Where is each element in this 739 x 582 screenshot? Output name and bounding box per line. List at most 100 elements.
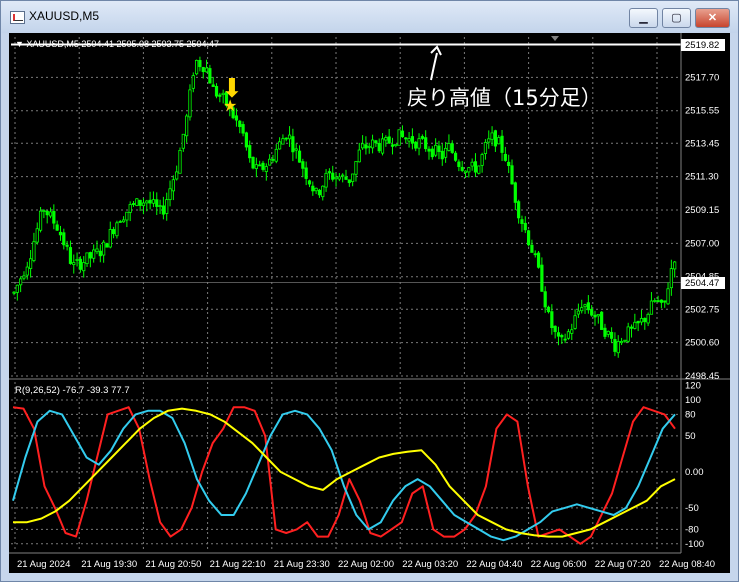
terminal-window: XAUUSD,M5 ▁ ▢ ✕ 21 Aug 2024 21 Aug 19:30 2… bbox=[0, 0, 739, 582]
annotation-label: 戻り高値（15分足） bbox=[407, 86, 602, 110]
x-tick-label: 22 Aug 07:20 bbox=[595, 559, 651, 570]
candle-body bbox=[181, 133, 185, 149]
candle-body bbox=[669, 268, 673, 289]
candle-body bbox=[580, 307, 584, 312]
candle-body bbox=[208, 68, 212, 84]
candle-body bbox=[258, 164, 262, 167]
candle-body bbox=[636, 320, 640, 324]
candle-body bbox=[360, 143, 365, 149]
candle-body bbox=[271, 158, 275, 161]
candle-body bbox=[95, 248, 99, 253]
x-tick-label: 22 Aug 06:00 bbox=[531, 559, 587, 570]
candle-body bbox=[58, 231, 63, 236]
candle-body bbox=[35, 228, 39, 243]
indicator-series bbox=[12, 406, 676, 545]
candle-body bbox=[666, 288, 670, 305]
candle-body bbox=[311, 185, 315, 192]
y-tick-label: 2513.45 bbox=[685, 138, 719, 149]
candle-body bbox=[586, 302, 590, 311]
candle-body bbox=[450, 143, 454, 153]
candle-body bbox=[394, 143, 398, 147]
indicator-grid bbox=[11, 382, 681, 551]
candle-body bbox=[457, 161, 461, 167]
candle-body bbox=[414, 141, 418, 149]
candle-body bbox=[191, 75, 195, 89]
candle-body bbox=[194, 59, 199, 75]
candle-body bbox=[357, 149, 361, 163]
candle-body bbox=[145, 200, 149, 204]
candle-body bbox=[440, 150, 444, 160]
candle-body bbox=[663, 300, 667, 303]
x-tick-label: 21 Aug 20:50 bbox=[145, 559, 201, 570]
x-tick-label: 22 Aug 03:20 bbox=[402, 559, 458, 570]
candle-body bbox=[616, 341, 620, 354]
chart-shift-marker-icon[interactable] bbox=[551, 36, 559, 41]
candle-body bbox=[32, 241, 36, 261]
candle-body bbox=[443, 147, 448, 158]
candle-body bbox=[68, 247, 73, 264]
chart-area[interactable]: 21 Aug 2024 21 Aug 19:30 21 Aug 20:50 21 Au… bbox=[9, 33, 730, 573]
candle-body bbox=[48, 211, 53, 217]
candle-body bbox=[633, 321, 637, 329]
resistance-price-label: 2519.82 bbox=[685, 40, 719, 51]
candle-body bbox=[65, 244, 69, 247]
candle-body bbox=[480, 154, 484, 166]
candle-body bbox=[643, 317, 647, 323]
candle-body bbox=[121, 219, 126, 223]
candle-body bbox=[560, 334, 564, 338]
candle-body bbox=[629, 326, 634, 329]
candle-body bbox=[497, 137, 501, 145]
minimize-button[interactable]: ▁ bbox=[629, 8, 658, 28]
ind-y-tick-label: -50 bbox=[685, 503, 699, 514]
candle-body bbox=[536, 252, 541, 268]
candle-body bbox=[510, 165, 514, 185]
candle-body bbox=[214, 85, 219, 97]
ind-y-tick-label: 50 bbox=[685, 431, 696, 442]
candle-body bbox=[155, 199, 159, 207]
x-tick-label: 21 Aug 23:30 bbox=[274, 559, 330, 570]
candle-body bbox=[178, 149, 182, 174]
candle-body bbox=[613, 339, 617, 352]
candle-body bbox=[321, 185, 325, 198]
candle-body bbox=[593, 314, 597, 318]
candle-body bbox=[291, 136, 295, 153]
maximize-button[interactable]: ▢ bbox=[662, 8, 691, 28]
x-tick-label: 21 Aug 19:30 bbox=[81, 559, 137, 570]
candle-body bbox=[540, 264, 544, 292]
indicator-line bbox=[13, 407, 676, 538]
candle-body bbox=[477, 165, 481, 174]
y-tick-label: 2502.75 bbox=[685, 304, 719, 315]
chart-header: ▼ XAUUSD,M5 2504.41 2505.08 2503.75 2504… bbox=[15, 39, 219, 49]
annotation-arrow-line bbox=[430, 52, 438, 81]
candle-body bbox=[490, 132, 494, 140]
candle-body bbox=[55, 224, 59, 231]
candle-body bbox=[314, 187, 318, 192]
close-button[interactable]: ✕ bbox=[695, 8, 730, 28]
candle-body bbox=[277, 141, 282, 150]
candle-body bbox=[324, 172, 328, 188]
candle-body bbox=[287, 134, 292, 140]
candle-body bbox=[623, 339, 627, 342]
x-tick-label: 22 Aug 02:00 bbox=[338, 559, 394, 570]
candle-body bbox=[201, 67, 205, 73]
candle-body bbox=[606, 330, 610, 335]
title-bar[interactable]: XAUUSD,M5 ▁ ▢ ✕ bbox=[1, 1, 738, 33]
candle-body bbox=[72, 262, 76, 265]
candle-body bbox=[185, 115, 189, 137]
candle-body bbox=[417, 138, 421, 149]
candle-body bbox=[404, 137, 408, 140]
candle-body bbox=[38, 210, 43, 231]
candle-body bbox=[264, 166, 268, 172]
candle-body bbox=[513, 182, 517, 203]
candle-body bbox=[188, 89, 192, 118]
candle-body bbox=[596, 313, 600, 317]
candle-body bbox=[646, 313, 650, 324]
chart-canvas[interactable]: 21 Aug 2024 21 Aug 19:30 21 Aug 20:50 21 Au… bbox=[9, 33, 730, 573]
candle-body bbox=[377, 142, 381, 152]
candle-body bbox=[98, 250, 102, 257]
candle-body bbox=[473, 161, 478, 173]
candle-body bbox=[161, 205, 165, 215]
candle-body bbox=[198, 60, 202, 68]
candle-body bbox=[520, 219, 524, 224]
candle-body bbox=[410, 136, 415, 144]
